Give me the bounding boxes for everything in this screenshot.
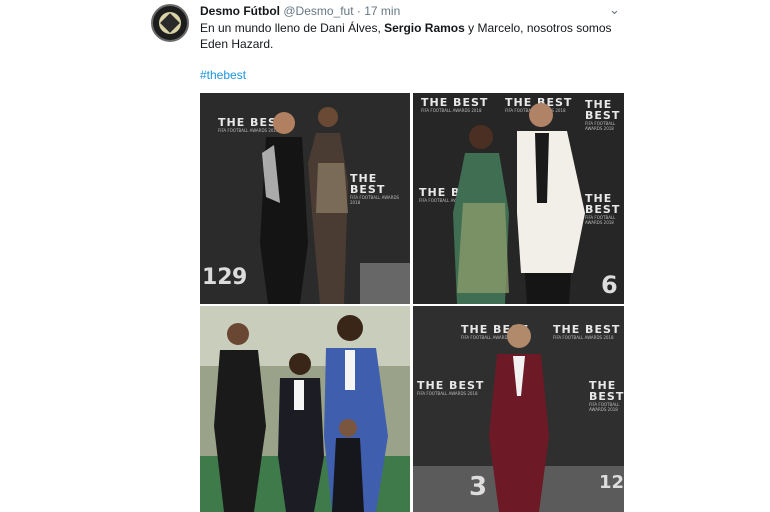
photo-3[interactable] [200,306,410,512]
tweet-timestamp[interactable]: 17 min [364,4,400,18]
photo-2[interactable]: THE BEST FIFA FOOTBALL AWARDS 2018 THE BE… [413,93,624,304]
photo-1-people [260,107,410,304]
avatar[interactable] [151,4,189,42]
photo-4-people [413,324,624,512]
photo-2-people [453,103,585,304]
tweet-text-bold[interactable]: Sergio Ramos [384,21,465,35]
tweet-text-part1: En un mundo lleno de Dani Álves, [200,21,385,35]
author-handle[interactable]: @Desmo_fut [283,4,353,18]
tweet-text: En un mundo lleno de Dani Álves, Sergio … [200,20,630,52]
chevron-down-icon[interactable]: ⌄ [609,2,620,18]
tweet-header: Desmo Fútbol @Desmo_fut · 17 min [200,4,400,18]
photo-4[interactable]: THE BEST FIFA FOOTBALL AWARDS 2018 THE BE… [413,306,624,512]
hashtag-link[interactable]: #thebest [200,68,246,82]
author-name[interactable]: Desmo Fútbol [200,4,280,18]
photo-3-people [200,306,410,512]
tweet: Desmo Fútbol @Desmo_fut · 17 min ⌄ En un… [0,0,770,512]
photo-1[interactable]: THE BEST FIFA FOOTBALL AWARDS 2018 THE BE… [200,93,410,304]
photo-grid: THE BEST FIFA FOOTBALL AWARDS 2018 THE BE… [200,93,624,512]
separator-dot: · [356,4,361,18]
